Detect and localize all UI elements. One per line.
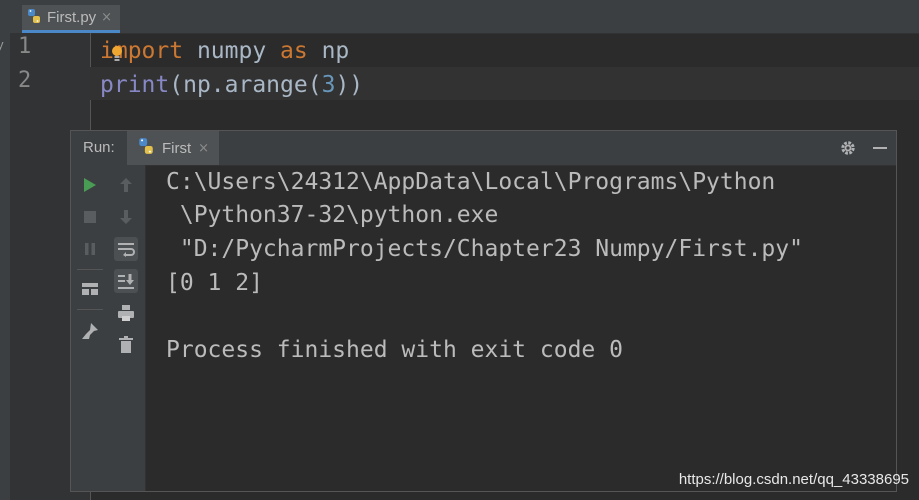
left-tool-strip: y: [0, 33, 10, 500]
arrow-down-icon[interactable]: [116, 207, 136, 227]
layout-icon[interactable]: [80, 279, 100, 299]
scroll-to-end-icon[interactable]: [114, 269, 138, 293]
module-alias: np: [307, 38, 350, 64]
arrow-up-icon[interactable]: [116, 175, 136, 195]
run-toolbar-primary: [71, 165, 109, 491]
stop-icon[interactable]: [80, 207, 100, 227]
close-run-tab-icon[interactable]: ×: [198, 141, 209, 156]
trash-icon[interactable]: [116, 335, 136, 355]
console-line: Process finished with exit code 0: [166, 337, 623, 363]
toolbar-separator: [77, 269, 103, 270]
editor-tab-label: First.py: [47, 9, 97, 26]
minimize-icon[interactable]: [871, 139, 889, 157]
python-file-icon: [26, 8, 42, 28]
toolbar-separator: [77, 309, 103, 310]
module-name: numpy: [183, 38, 281, 64]
run-tab-first[interactable]: First ×: [127, 131, 220, 165]
python-run-icon: [137, 137, 155, 159]
close-tab-icon[interactable]: ×: [101, 10, 112, 25]
builtin-print: print: [100, 72, 170, 98]
console-line: \Python37-32\python.exe: [166, 202, 499, 228]
run-title: Run:: [83, 139, 115, 156]
console-line: "D:/PycharmProjects/Chapter23 Numpy/Firs…: [166, 236, 803, 262]
line-number: 2: [18, 68, 32, 93]
number-literal: 3: [321, 72, 336, 98]
editor-tab-bar: First.py ×: [0, 0, 919, 34]
watermark: https://blog.csdn.net/qq_43338695: [678, 471, 909, 488]
run-toolbar-secondary: [109, 165, 146, 491]
console-line: C:\Users\24312\AppData\Local\Programs\Py…: [166, 169, 776, 195]
console-line: [0 1 2]: [166, 270, 263, 296]
code-line-2[interactable]: print(np.arange(3)): [100, 68, 363, 102]
code-line-1[interactable]: import numpy as np: [100, 34, 349, 68]
rerun-icon[interactable]: [80, 175, 100, 195]
pin-icon[interactable]: [80, 321, 100, 341]
keyword-as: as: [280, 38, 308, 64]
run-header: Run: First ×: [71, 131, 896, 166]
print-icon[interactable]: [116, 303, 136, 323]
call-open: (np.arange(: [169, 72, 322, 98]
soft-wrap-icon[interactable]: [114, 237, 138, 261]
lightbulb-icon[interactable]: [111, 44, 123, 64]
editor-tab-first-py[interactable]: First.py ×: [22, 5, 121, 33]
line-number: 1: [18, 34, 32, 59]
gear-icon[interactable]: [839, 139, 857, 157]
call-close: )): [335, 72, 364, 98]
project-strip-label: y: [0, 37, 4, 52]
run-tab-label: First: [162, 139, 192, 157]
pause-icon[interactable]: [80, 239, 100, 259]
run-tool-window: Run: First × C:\Users\24312\AppData\Loca…: [70, 130, 897, 492]
